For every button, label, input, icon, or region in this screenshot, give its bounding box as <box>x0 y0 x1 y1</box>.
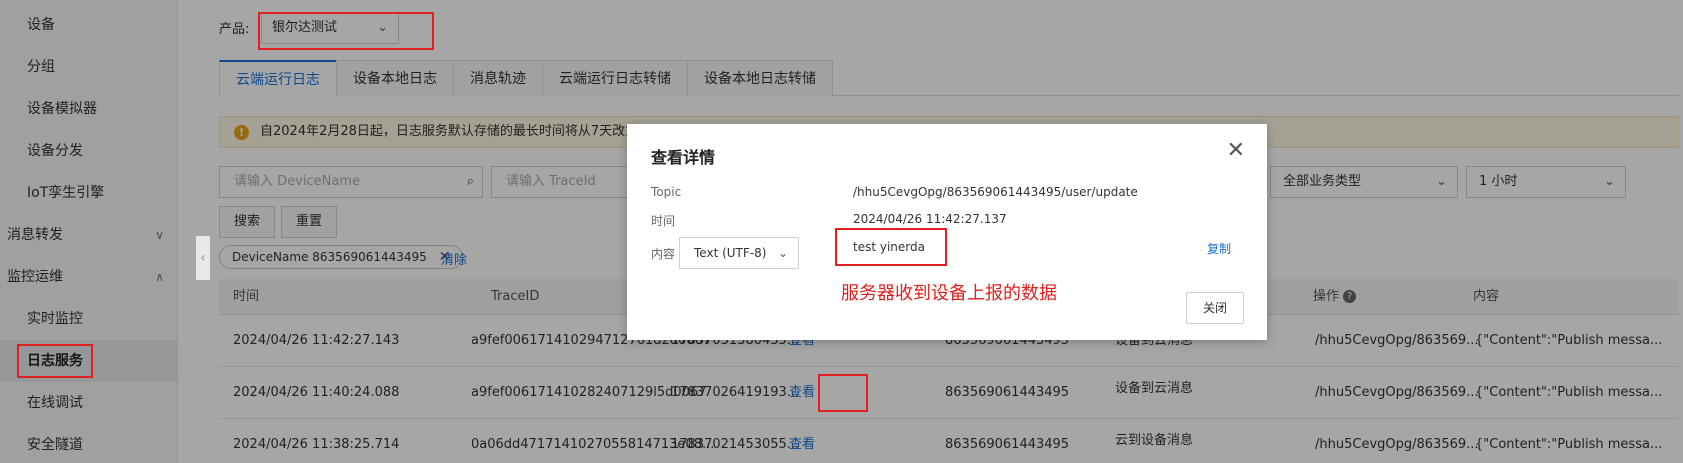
highlight-product-select <box>258 12 434 50</box>
sidebar-collapse-handle[interactable]: ‹ <box>196 236 210 280</box>
annotation-text: 服务器收到设备上报的数据 <box>841 283 1057 304</box>
topic-label: Topic <box>651 185 682 199</box>
chevron-down-icon: ⌄ <box>777 246 788 260</box>
format-value: Text (UTF-8) <box>694 246 767 260</box>
time-value: 2024/04/26 11:42:27.137 <box>853 212 1007 226</box>
highlight-log-service <box>17 344 93 378</box>
dialog-title: 查看详情 <box>651 148 716 167</box>
content-label: 内容 <box>651 247 676 261</box>
dialog-close-button[interactable]: 关闭 <box>1186 292 1244 324</box>
highlight-view-link <box>818 374 868 412</box>
format-select[interactable]: Text (UTF-8) ⌄ <box>679 237 799 269</box>
highlight-content-value <box>835 228 947 266</box>
close-icon[interactable]: ✕ <box>1227 140 1245 162</box>
time-label: 时间 <box>651 214 676 228</box>
copy-link[interactable]: 复制 <box>1207 240 1231 257</box>
detail-dialog: 查看详情 ✕ Topic /hhu5CevgOpg/86356906144349… <box>627 124 1267 340</box>
topic-value: /hhu5CevgOpg/863569061443495/user/update <box>853 185 1138 199</box>
